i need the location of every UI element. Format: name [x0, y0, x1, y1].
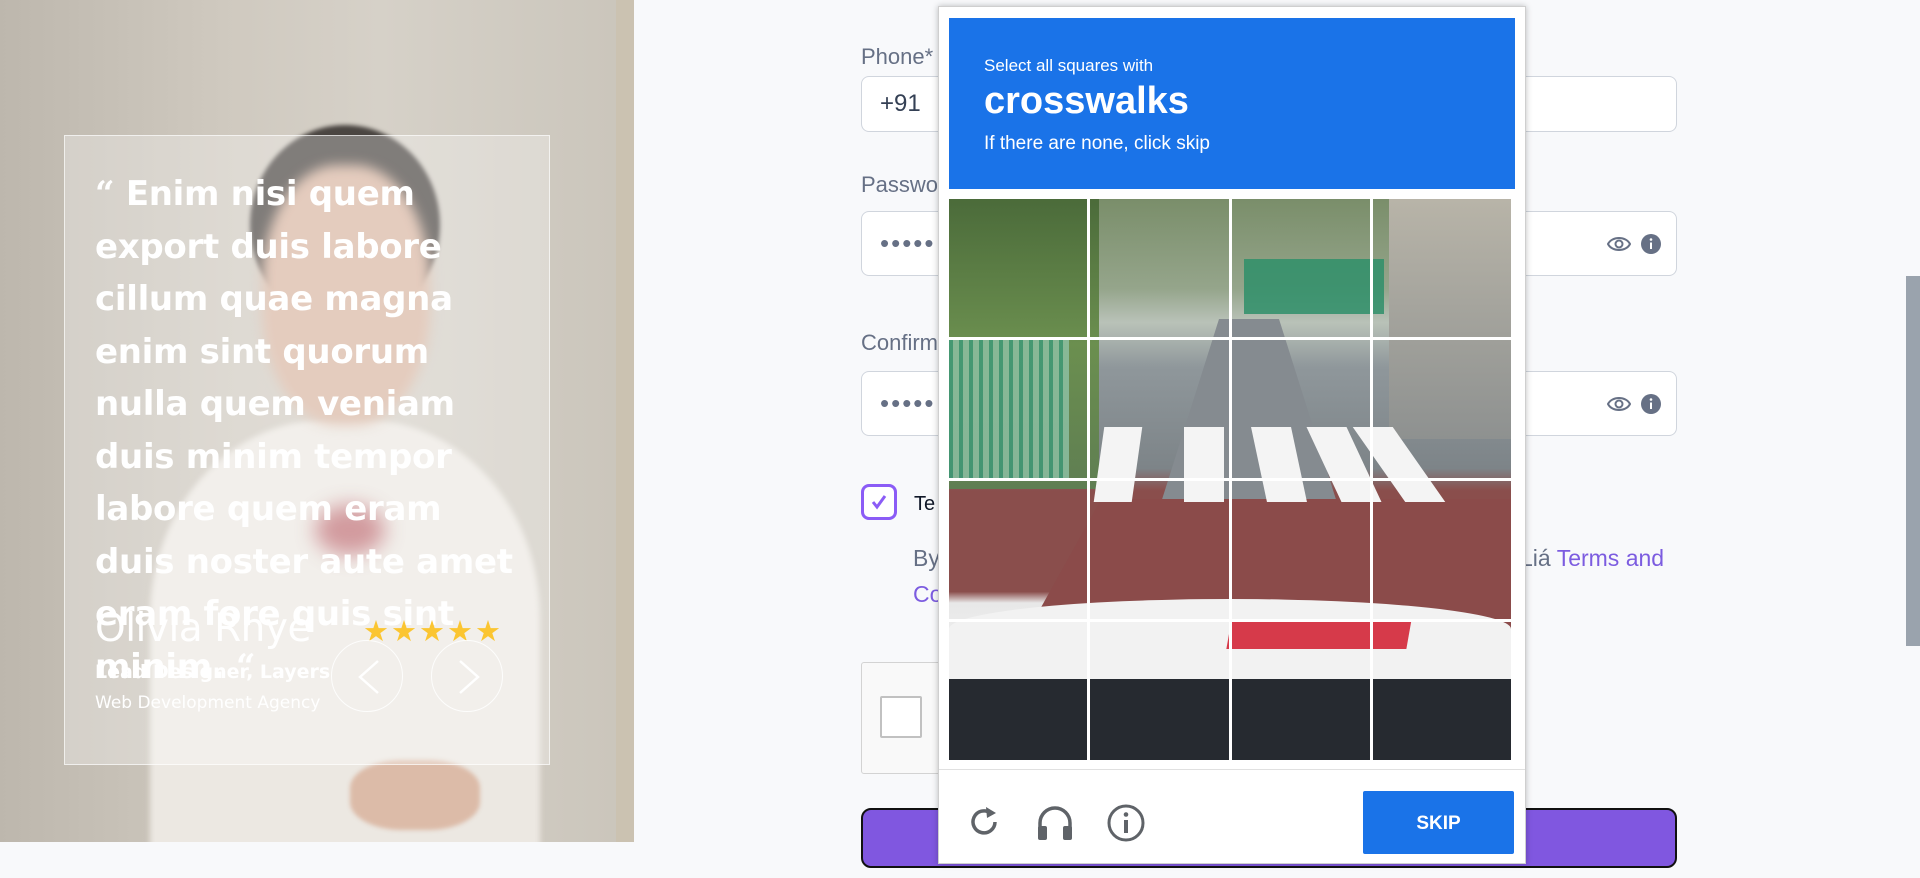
captcha-image-grid — [949, 199, 1511, 760]
confirm-password-value[interactable]: ••••• — [880, 388, 936, 419]
eye-icon[interactable] — [1607, 393, 1631, 415]
author-role: Lead Designer, Layers — [95, 661, 331, 683]
captcha-target: crosswalks — [984, 80, 1189, 122]
password-value[interactable]: ••••• — [880, 228, 936, 259]
confirm-password-label: Confirm — [861, 330, 939, 355]
testimonial-author: Olivia Rhye Lead Designer, Layers Web De… — [95, 606, 330, 713]
previous-testimonial-button[interactable] — [331, 640, 403, 712]
eye-icon[interactable] — [1607, 233, 1631, 255]
terms-mid: Liá Terms and — [1520, 540, 1664, 576]
info-icon[interactable] — [1106, 803, 1146, 843]
info-icon — [1641, 234, 1661, 254]
chevron-right-icon — [459, 660, 480, 694]
phone-prefix[interactable]: +91 — [880, 90, 921, 118]
testimonial-card: “ Enim nisi quem export duis labore cill… — [64, 135, 550, 765]
terms-checkbox[interactable] — [861, 484, 897, 520]
terms-prefix: By — [913, 545, 940, 571]
info-icon — [1641, 394, 1661, 414]
captcha-instruction: Select all squares with — [984, 56, 1154, 75]
skip-button[interactable]: SKIP — [1363, 791, 1514, 854]
recaptcha-checkbox[interactable] — [880, 696, 922, 738]
chevron-left-icon — [358, 660, 379, 694]
audio-icon[interactable] — [1034, 803, 1076, 843]
photo-frame — [616, 0, 634, 842]
quote-open-icon: “ — [95, 174, 115, 214]
captcha-grid-lines — [949, 199, 1511, 760]
terms-label: Te — [914, 493, 936, 515]
captcha-tile-grid — [949, 199, 1511, 760]
author-company: Web Development Agency — [95, 693, 321, 713]
captcha-header: Select all squares with crosswalks If th… — [949, 18, 1515, 189]
page-scrollbar-thumb[interactable] — [1906, 276, 1920, 646]
author-name: Olivia Rhye — [95, 606, 311, 651]
testimonial-photo: “ Enim nisi quem export duis labore cill… — [0, 0, 634, 842]
photo-hand — [350, 760, 480, 830]
checkmark-icon — [871, 495, 887, 510]
captcha-footer: SKIP — [939, 769, 1525, 864]
next-testimonial-button[interactable] — [431, 640, 503, 712]
terms-link[interactable]: Terms and — [1557, 545, 1664, 571]
reload-icon[interactable] — [965, 803, 1003, 841]
captcha-challenge-dialog: Select all squares with crosswalks If th… — [938, 6, 1526, 864]
phone-label: Phone* — [861, 44, 934, 69]
captcha-subinstruction: If there are none, click skip — [984, 133, 1210, 154]
